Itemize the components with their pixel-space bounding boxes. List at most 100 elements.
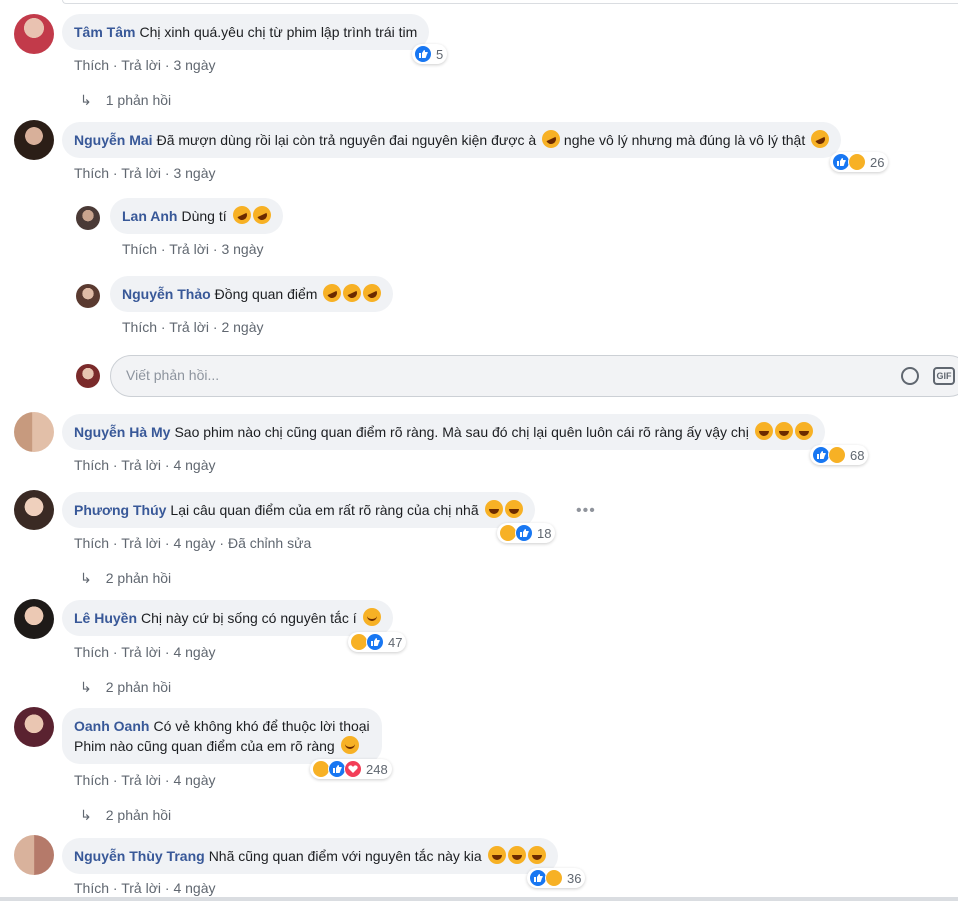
reaction-summary[interactable]: 18 (497, 523, 556, 543)
like-link[interactable]: Thích (74, 535, 109, 551)
comment-time[interactable]: 3 ngày (173, 165, 215, 181)
comment-author[interactable]: Nguyễn Mai (74, 132, 153, 148)
comment-author[interactable]: Tâm Tâm (74, 24, 135, 40)
reply-link[interactable]: Trả lời (169, 241, 209, 257)
view-replies-link[interactable]: ↳ 2 phản hồi (80, 679, 171, 696)
reply-arrow-icon: ↳ (80, 570, 92, 586)
reply-link[interactable]: Trả lời (121, 457, 161, 473)
reaction-summary[interactable]: 36 (527, 868, 586, 888)
haha-reaction-icon (828, 446, 846, 464)
comment-text-continued: nghe vô lý nhưng mà đúng là vô lý thật (563, 132, 806, 148)
reply-link[interactable]: Trả lời (169, 319, 209, 335)
reaction-summary[interactable]: 248 (310, 759, 392, 779)
emoji-picker-icon[interactable] (901, 367, 919, 385)
laughing-emoji-icon (794, 422, 813, 440)
comment-author[interactable]: Nguyễn Thảo (122, 286, 211, 302)
reply-bubble: Nguyễn Thảo Đồng quan điểm (110, 276, 394, 312)
comment-text: Chị này cứ bị sống có nguyên tắc í (141, 610, 357, 626)
comment-text-continued: Phim nào cũng quan điểm của em rõ ràng (74, 738, 335, 754)
reaction-count: 26 (870, 154, 885, 170)
previous-comment-edge (0, 0, 958, 4)
reaction-summary[interactable]: 68 (810, 445, 869, 465)
reaction-summary[interactable]: 26 (830, 152, 889, 172)
smile-emoji-icon (362, 608, 381, 626)
comment-actions: Thích · Trả lời · 4 ngày (74, 644, 216, 660)
comment-time[interactable]: 4 ngày (173, 772, 215, 788)
reply-link[interactable]: Trả lời (121, 880, 161, 896)
like-link[interactable]: Thích (122, 241, 157, 257)
like-link[interactable]: Thích (74, 644, 109, 660)
comment-author[interactable]: Nguyễn Hà My (74, 424, 170, 440)
laughing-emoji-icon (504, 500, 523, 518)
reply-link[interactable]: Trả lời (121, 535, 161, 551)
comment-actions: Thích · Trả lời · 3 ngày (74, 165, 216, 181)
rofl-emoji-icon (229, 203, 254, 227)
comment-author[interactable]: Lê Huyền (74, 610, 137, 626)
laughing-emoji-icon (507, 846, 526, 864)
comment-time[interactable]: 3 ngày (221, 241, 263, 257)
comment-time[interactable]: 4 ngày (173, 535, 215, 551)
avatar[interactable] (14, 835, 54, 875)
avatar[interactable] (14, 599, 54, 639)
haha-reaction-icon (545, 869, 563, 887)
separator: · (109, 644, 122, 660)
reaction-summary[interactable]: 47 (348, 632, 407, 652)
comment-actions: Thích · Trả lời · 4 ngày (74, 457, 216, 473)
view-replies-link[interactable]: ↳ 2 phản hồi (80, 807, 171, 824)
comment-author[interactable]: Lan Anh (122, 208, 177, 224)
avatar[interactable] (76, 284, 100, 308)
comment-time[interactable]: 4 ngày (173, 644, 215, 660)
like-link[interactable]: Thích (74, 880, 109, 896)
like-link[interactable]: Thích (74, 457, 109, 473)
comment-author[interactable]: Nguyễn Thùy Trang (74, 848, 205, 864)
separator: · (161, 644, 174, 660)
avatar[interactable] (14, 412, 54, 452)
avatar[interactable] (14, 490, 54, 530)
view-replies-link[interactable]: ↳ 2 phản hồi (80, 570, 171, 587)
comment-bubble: Lê Huyền Chị này cứ bị sống có nguyên tắc… (62, 600, 393, 636)
comment-author[interactable]: Oanh Oanh (74, 718, 149, 734)
laughing-emoji-icon (487, 846, 506, 864)
separator: · (161, 165, 174, 181)
edited-label[interactable]: Đã chỉnh sửa (228, 535, 311, 551)
comment-text: Lại câu quan điểm của em rất rõ ràng của… (170, 502, 479, 518)
gif-icon[interactable]: GIF (933, 367, 955, 385)
rofl-emoji-icon (539, 127, 563, 151)
comment-time[interactable]: 4 ngày (173, 880, 215, 896)
haha-reaction-icon (848, 153, 866, 171)
comment-text: Đồng quan điểm (214, 286, 318, 302)
comment-author[interactable]: Phương Thúy (74, 502, 166, 518)
separator: · (109, 57, 122, 73)
comment-time[interactable]: 4 ngày (173, 457, 215, 473)
like-link[interactable]: Thích (74, 165, 109, 181)
comment-actions: Thích · Trả lời · 2 ngày (122, 319, 264, 335)
like-link[interactable]: Thích (74, 772, 109, 788)
comment-text: Sao phim nào chị cũng quan điểm rõ ràng.… (174, 424, 749, 440)
like-link[interactable]: Thích (74, 57, 109, 73)
avatar[interactable] (14, 14, 54, 54)
reply-link[interactable]: Trả lời (121, 165, 161, 181)
view-replies-link[interactable]: ↳ 1 phản hồi (80, 92, 171, 109)
like-link[interactable]: Thích (122, 319, 157, 335)
reply-link[interactable]: Trả lời (121, 57, 161, 73)
separator: · (109, 772, 122, 788)
comment-text: Dùng tí (181, 208, 227, 224)
comment-time[interactable]: 3 ngày (173, 57, 215, 73)
reaction-count: 36 (567, 870, 582, 886)
avatar[interactable] (76, 206, 100, 230)
rofl-emoji-icon (808, 127, 833, 151)
reply-link[interactable]: Trả lời (121, 644, 161, 660)
avatar[interactable] (14, 707, 54, 747)
reply-input[interactable]: Viết phản hồi... GIF (110, 355, 958, 397)
more-options-icon[interactable]: ••• (576, 502, 596, 520)
comment-time[interactable]: 2 ngày (221, 319, 263, 335)
separator: · (109, 880, 122, 896)
reply-bubble: Lan Anh Dùng tí (110, 198, 283, 234)
reaction-summary[interactable]: 5 (412, 44, 448, 64)
separator: · (215, 535, 228, 551)
avatar[interactable] (14, 120, 54, 160)
reply-link[interactable]: Trả lời (121, 772, 161, 788)
current-user-avatar (76, 364, 100, 388)
separator: · (209, 319, 222, 335)
separator: · (209, 241, 222, 257)
